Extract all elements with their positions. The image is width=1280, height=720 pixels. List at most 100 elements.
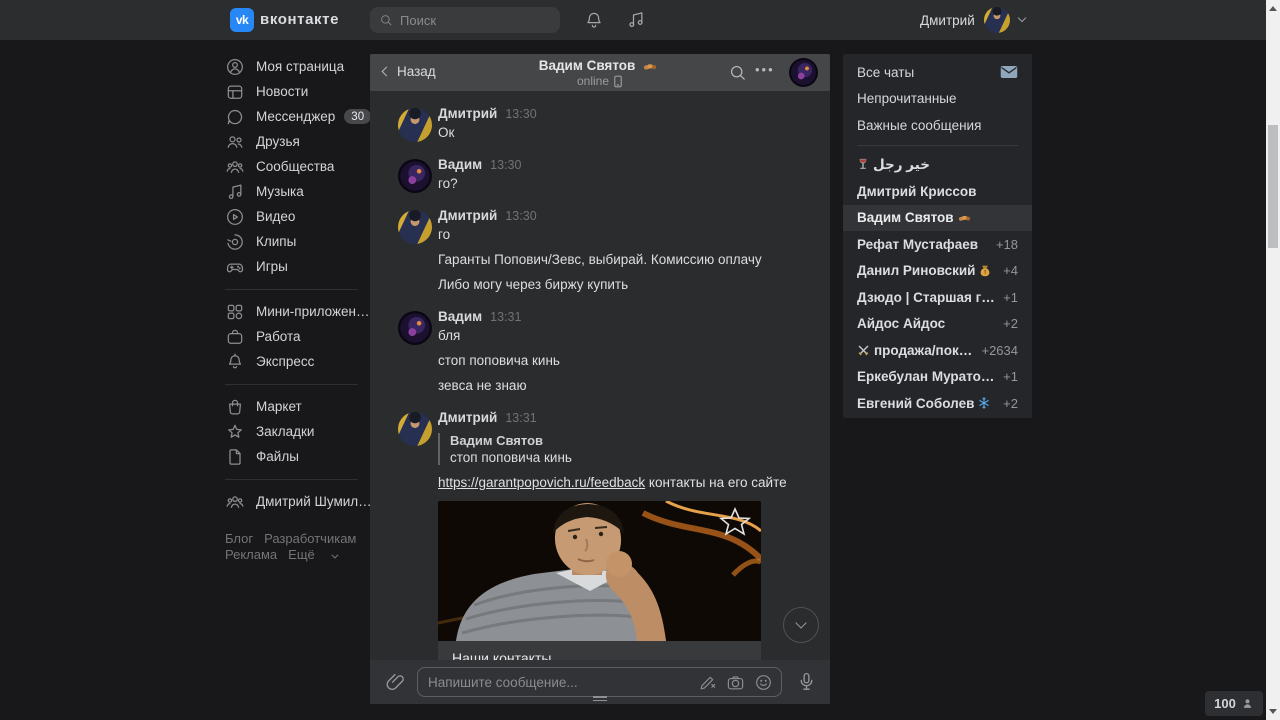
sidebar-item-jobs[interactable]: Работа — [225, 324, 370, 349]
sender-avatar[interactable] — [398, 159, 432, 193]
message-text: го — [438, 226, 806, 244]
sidebar-item-express[interactable]: Экспресс — [225, 349, 370, 374]
smiley-icon[interactable] — [754, 673, 773, 692]
chat-list-item[interactable]: продажа/покупк… +2634 — [843, 337, 1032, 364]
sidebar-item-bookmarks[interactable]: Закладки — [225, 419, 370, 444]
chat-list-item[interactable]: Айдос Айдос +2 — [843, 311, 1032, 338]
message-link[interactable]: https://garantpopovich.ru/feedback — [438, 475, 645, 490]
link-preview-title: Наши контакты — [452, 650, 747, 660]
chat-name: Айдос Айдос — [857, 316, 945, 331]
footer-link-developers[interactable]: Разработчикам — [264, 531, 356, 547]
sender-avatar[interactable] — [398, 210, 432, 244]
sidebar-item-communities[interactable]: Сообщества — [225, 154, 370, 179]
sidebar-item-clips[interactable]: Клипы — [225, 229, 370, 254]
footer-link-blog[interactable]: Блог — [225, 531, 253, 547]
scrollbar-up-arrow[interactable] — [1269, 6, 1277, 11]
chat-list-item[interactable]: Евгений Соболев +2 — [843, 390, 1032, 417]
message-list[interactable]: Дмитрий13:30 Ок Вадим13:30 го? Дмитрий13… — [370, 91, 830, 660]
pencil-disabled-icon[interactable] — [698, 673, 717, 692]
bookmarks-star-icon — [225, 422, 245, 442]
group-icon — [225, 492, 245, 512]
chat-list-item-selected[interactable]: Вадим Святов — [843, 205, 1032, 232]
chat-list-item[interactable]: Данил Риновский +4 — [843, 258, 1032, 285]
message-time: 13:30 — [505, 209, 536, 223]
peer-name: Вадим Святов — [539, 58, 636, 73]
profile-icon — [225, 57, 245, 77]
message-input[interactable] — [428, 675, 689, 690]
sidebar-item-files[interactable]: Файлы — [225, 444, 370, 469]
sidebar-item-label: Работа — [256, 329, 301, 344]
unread-count: +4 — [997, 263, 1018, 278]
music-icon — [225, 182, 245, 202]
music-note-icon[interactable] — [626, 10, 646, 30]
message-author[interactable]: Дмитрий — [438, 208, 497, 223]
microphone-icon[interactable] — [796, 671, 817, 692]
messenger-icon — [225, 107, 245, 127]
sidebar-item-games[interactable]: Игры — [225, 254, 370, 279]
message-author[interactable]: Вадим — [438, 157, 482, 172]
sidebar-item-profile[interactable]: Моя страница — [225, 54, 370, 79]
communities-icon — [225, 157, 245, 177]
scrollbar-down-arrow[interactable] — [1269, 709, 1277, 714]
conversation-search-icon[interactable] — [728, 63, 747, 82]
sidebar-item-market[interactable]: Маркет — [225, 394, 370, 419]
unread-count: +2634 — [975, 343, 1018, 358]
filter-important[interactable]: Важные сообщения — [843, 112, 1032, 139]
footer-link-more[interactable]: Ещё — [288, 547, 347, 563]
express-bell-icon — [225, 352, 245, 372]
peer-avatar[interactable] — [789, 58, 818, 87]
message-text: зевса не знаю — [438, 377, 806, 395]
message-time: 13:31 — [505, 411, 536, 425]
unread-count: +1 — [997, 369, 1018, 384]
camera-icon[interactable] — [726, 673, 745, 692]
filter-label: Непрочитанные — [857, 91, 957, 106]
brand-title[interactable]: вконтакте — [260, 11, 339, 28]
notifications-bell-icon[interactable] — [584, 10, 604, 30]
filter-all-chats[interactable]: Все чаты — [843, 59, 1032, 86]
page-scrollbar[interactable] — [1266, 0, 1280, 720]
sender-avatar[interactable] — [398, 311, 432, 345]
crossed-swords-emoji — [857, 344, 870, 357]
sidebar-item-video[interactable]: Видео — [225, 204, 370, 229]
sidebar-item-music[interactable]: Музыка — [225, 179, 370, 204]
chat-list-item[interactable]: خير رجل — [843, 152, 1032, 179]
message-author[interactable]: Дмитрий — [438, 410, 497, 425]
message-text: Ок — [438, 124, 806, 142]
sidebar-item-friends[interactable]: Друзья — [225, 129, 370, 154]
chat-list-item[interactable]: Еркебулан Муратов … +1 — [843, 364, 1032, 391]
man-portrait-night-photo — [438, 501, 761, 641]
link-preview-card[interactable]: Наши контакты garantpopovich.ru — [438, 501, 761, 660]
global-search-input[interactable] — [400, 13, 540, 28]
divider — [225, 479, 358, 480]
filter-unread[interactable]: Непрочитанные — [843, 86, 1032, 113]
chat-name: Еркебулан Муратов … — [857, 369, 997, 384]
more-options-icon[interactable]: ••• — [755, 62, 775, 77]
message-input-box[interactable] — [417, 667, 782, 697]
sidebar-item-news[interactable]: Новости — [225, 79, 370, 104]
vk-logo-icon[interactable]: vk — [230, 8, 254, 32]
chat-name: продажа/покупк… — [874, 343, 975, 358]
message-text: Гаранты Попович/Зевс, выбирай. Комиссию … — [438, 251, 806, 269]
chat-list-item[interactable]: Дмитрий Криссов — [843, 178, 1032, 205]
sender-avatar[interactable] — [398, 412, 432, 446]
footer-link-ads[interactable]: Реклама — [225, 547, 277, 563]
sidebar-item-mini-apps[interactable]: Мини-приложен… — [225, 299, 370, 324]
chevron-down-icon — [1018, 14, 1026, 22]
chat-list-item[interactable]: Дзюдо | Старшая гр… +1 — [843, 284, 1032, 311]
sender-avatar[interactable] — [398, 108, 432, 142]
scroll-to-bottom-button[interactable] — [783, 607, 819, 643]
message-author[interactable]: Дмитрий — [438, 106, 497, 121]
quoted-message[interactable]: Вадим Святов стоп поповича кинь — [438, 433, 806, 465]
chat-list-item[interactable]: Рефат Мустафаев +18 — [843, 231, 1032, 258]
sidebar-item-label: Закладки — [256, 424, 314, 439]
chevron-down-icon — [795, 617, 806, 628]
sidebar-item-messenger[interactable]: Мессенджер 30 — [225, 104, 370, 129]
sidebar-item-community-dmitriy-shumil[interactable]: Дмитрий Шумил… — [225, 489, 370, 514]
composer-resize-handle[interactable] — [593, 694, 607, 703]
attach-paperclip-icon[interactable] — [385, 671, 407, 693]
user-menu[interactable]: Дмитрий — [920, 0, 1025, 40]
scrollbar-thumb[interactable] — [1268, 125, 1278, 248]
mail-envelope-icon[interactable] — [1000, 65, 1018, 79]
message-author[interactable]: Вадим — [438, 309, 482, 324]
global-search[interactable] — [370, 7, 560, 33]
